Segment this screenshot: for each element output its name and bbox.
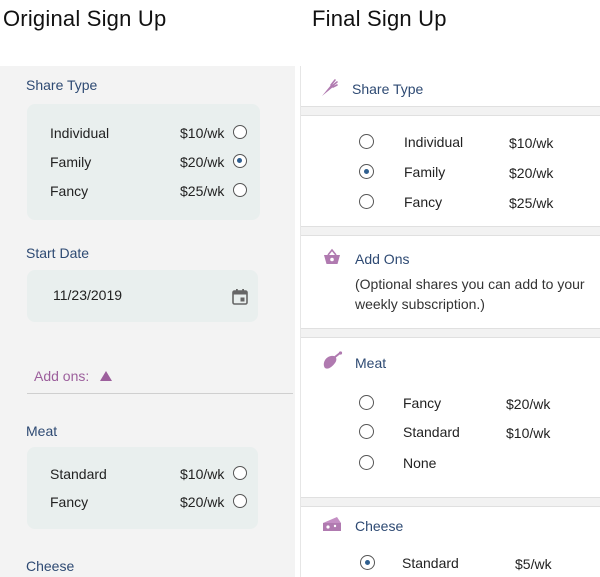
option-price: $10/wk xyxy=(180,125,225,141)
share-option-individual[interactable]: Individual $10/wk xyxy=(301,132,600,154)
radio-button[interactable] xyxy=(233,466,247,480)
share-type-label: Share Type xyxy=(26,77,98,93)
option-price: $5/wk xyxy=(515,556,552,572)
radio-button[interactable] xyxy=(359,455,374,470)
final-heading: Final Sign Up xyxy=(312,6,447,31)
share-option-individual[interactable]: Individual $10/wk xyxy=(27,123,260,145)
option-price: $10/wk xyxy=(180,466,225,482)
start-date-label: Start Date xyxy=(26,245,90,261)
share-option-family[interactable]: Family $20/wk xyxy=(27,152,260,174)
radio-button[interactable] xyxy=(359,194,374,209)
option-price: $25/wk xyxy=(180,183,225,199)
cheese-icon xyxy=(323,517,341,531)
option-price: $25/wk xyxy=(509,195,554,211)
radio-button-selected[interactable] xyxy=(233,154,247,168)
option-name: Fancy xyxy=(403,395,442,411)
share-type-title: Share Type xyxy=(352,81,424,97)
option-name: None xyxy=(403,455,437,471)
meat-option-standard[interactable]: Standard $10/wk xyxy=(27,464,258,486)
option-name: Individual xyxy=(50,125,110,141)
option-name: Fancy xyxy=(404,194,443,210)
option-price: $10/wk xyxy=(506,425,551,441)
section-separator xyxy=(301,226,600,236)
option-name: Family xyxy=(50,154,92,170)
meat-option-fancy[interactable]: Fancy $20/wk xyxy=(27,492,258,514)
option-price: $20/wk xyxy=(180,494,225,510)
meat-option-none[interactable]: None xyxy=(301,453,600,475)
share-option-family[interactable]: Family $20/wk xyxy=(301,162,600,184)
option-name: Standard xyxy=(50,466,107,482)
original-heading: Original Sign Up xyxy=(3,6,167,31)
option-price: $10/wk xyxy=(509,135,554,151)
section-separator xyxy=(301,328,600,338)
section-separator xyxy=(301,106,600,116)
divider xyxy=(27,393,293,394)
meat-box: Standard $10/wk Fancy $20/wk xyxy=(27,447,258,529)
cheese-option-standard[interactable]: Standard $5/wk xyxy=(301,553,600,575)
start-date-value: 11/23/2019 xyxy=(53,287,123,303)
carrot-icon xyxy=(322,79,338,96)
option-name: Individual xyxy=(404,134,464,150)
radio-button[interactable] xyxy=(359,134,374,149)
cheese-title: Cheese xyxy=(355,518,404,534)
start-date-field[interactable]: 11/23/2019 xyxy=(27,270,258,322)
option-name: Fancy xyxy=(50,494,89,510)
meat-label: Meat xyxy=(26,423,58,439)
radio-button[interactable] xyxy=(233,183,247,197)
add-ons-description: (Optional shares you can add to your wee… xyxy=(355,276,585,312)
meat-icon xyxy=(323,351,343,369)
meat-option-fancy[interactable]: Fancy $20/wk xyxy=(301,393,600,415)
caret-up-icon[interactable] xyxy=(100,371,112,381)
option-name: Fancy xyxy=(50,183,89,199)
option-name: Standard xyxy=(402,555,459,571)
option-name: Family xyxy=(404,164,446,180)
radio-button[interactable] xyxy=(233,494,247,508)
add-ons-title: Add Ons xyxy=(355,251,410,267)
radio-button[interactable] xyxy=(233,125,247,139)
option-price: $20/wk xyxy=(180,154,225,170)
radio-button-selected[interactable] xyxy=(359,164,374,179)
meat-option-standard[interactable]: Standard $10/wk xyxy=(301,422,600,444)
cheese-label: Cheese xyxy=(26,558,75,574)
radio-button[interactable] xyxy=(359,424,374,439)
addons-toggle[interactable]: Add ons: xyxy=(34,368,89,384)
original-signup-panel: Share Type Individual $10/wk Family $20/… xyxy=(0,66,295,577)
share-option-fancy[interactable]: Fancy $25/wk xyxy=(301,192,600,214)
section-separator xyxy=(301,497,600,507)
radio-button-selected[interactable] xyxy=(360,555,375,570)
radio-button[interactable] xyxy=(359,395,374,410)
option-price: $20/wk xyxy=(509,165,554,181)
final-signup-panel: Share Type Individual $10/wk Family $20/… xyxy=(300,66,600,577)
meat-title: Meat xyxy=(355,355,387,371)
calendar-icon[interactable] xyxy=(231,288,249,306)
option-price: $20/wk xyxy=(506,396,551,412)
basket-icon xyxy=(324,248,340,264)
share-option-fancy[interactable]: Fancy $25/wk xyxy=(27,181,260,203)
share-type-box: Individual $10/wk Family $20/wk Fancy $2… xyxy=(27,104,260,220)
option-name: Standard xyxy=(403,424,460,440)
